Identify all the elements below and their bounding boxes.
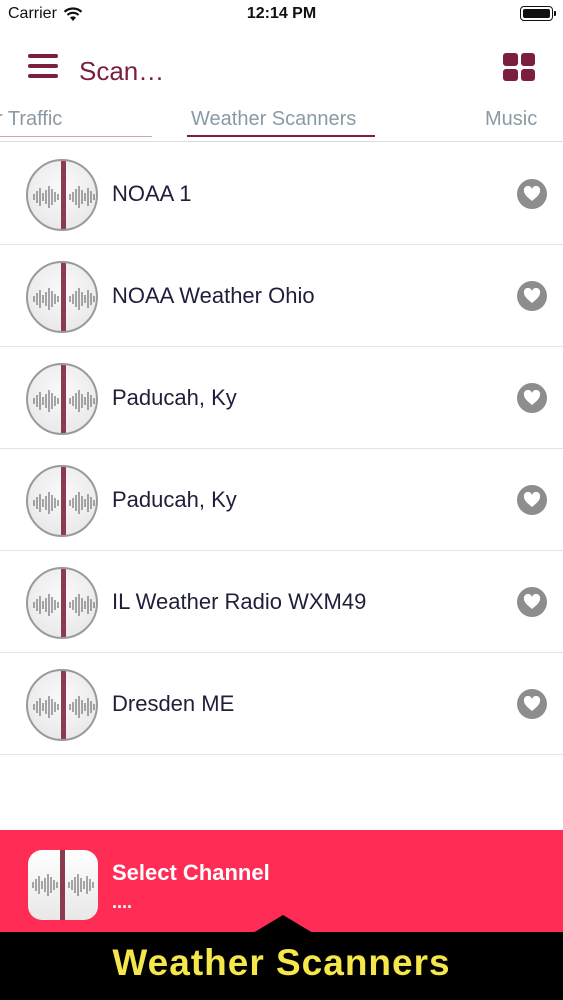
channel-name: Dresden ME <box>112 691 235 716</box>
favorite-heart-icon[interactable] <box>517 281 547 311</box>
channel-name: NOAA Weather Ohio <box>112 283 315 308</box>
tab-weather-scanners[interactable]: Weather Scanners <box>191 108 356 131</box>
scanner-radio-icon <box>26 261 98 333</box>
channel-row[interactable]: NOAA 1 <box>0 143 563 245</box>
active-tab-indicator <box>187 135 375 137</box>
now-playing-title: Select Channel <box>112 860 270 885</box>
scanner-radio-icon <box>26 669 98 741</box>
now-playing-subtitle: .... <box>112 892 133 912</box>
channel-name: Paducah, Ky <box>112 487 237 512</box>
channel-name: IL Weather Radio WXM49 <box>112 589 367 614</box>
favorite-heart-icon[interactable] <box>517 179 547 209</box>
navigation-bar: Scan… <box>0 40 563 100</box>
page-title: Scan… <box>79 56 165 86</box>
tab-music[interactable]: Music <box>485 108 537 131</box>
banner-notch <box>253 915 313 933</box>
tab-traffic[interactable]: r Traffic <box>0 108 62 131</box>
status-time: 12:14 PM <box>246 5 317 22</box>
menu-icon[interactable] <box>28 54 58 78</box>
status-bar: Carrier 12:14 PM <box>0 0 563 30</box>
banner-title: Weather Scanners <box>112 942 451 983</box>
channel-name: NOAA 1 <box>112 181 192 206</box>
scanner-radio-icon <box>26 363 98 435</box>
tab-traffic-underline <box>0 136 152 137</box>
channel-list: NOAA 1 NOAA Weather Ohio Paducah, Ky Pad… <box>0 143 563 755</box>
scanner-radio-icon <box>26 567 98 639</box>
channel-name: Paducah, Ky <box>112 385 237 410</box>
promo-banner: Weather Scanners <box>0 932 563 1000</box>
favorite-heart-icon[interactable] <box>517 587 547 617</box>
now-playing-radio-icon <box>28 850 98 920</box>
channel-row[interactable]: Paducah, Ky <box>0 449 563 551</box>
channel-row[interactable]: Paducah, Ky <box>0 347 563 449</box>
battery-icon <box>520 6 556 21</box>
grid-view-icon[interactable] <box>503 53 535 81</box>
scanner-radio-icon <box>26 159 98 231</box>
scanner-radio-icon <box>26 465 98 537</box>
channel-row[interactable]: Dresden ME <box>0 653 563 755</box>
favorite-heart-icon[interactable] <box>517 689 547 719</box>
favorite-heart-icon[interactable] <box>517 383 547 413</box>
favorite-heart-icon[interactable] <box>517 485 547 515</box>
category-tabs: r Traffic Weather Scanners Music <box>0 100 563 142</box>
channel-row[interactable]: NOAA Weather Ohio <box>0 245 563 347</box>
channel-row[interactable]: IL Weather Radio WXM49 <box>0 551 563 653</box>
